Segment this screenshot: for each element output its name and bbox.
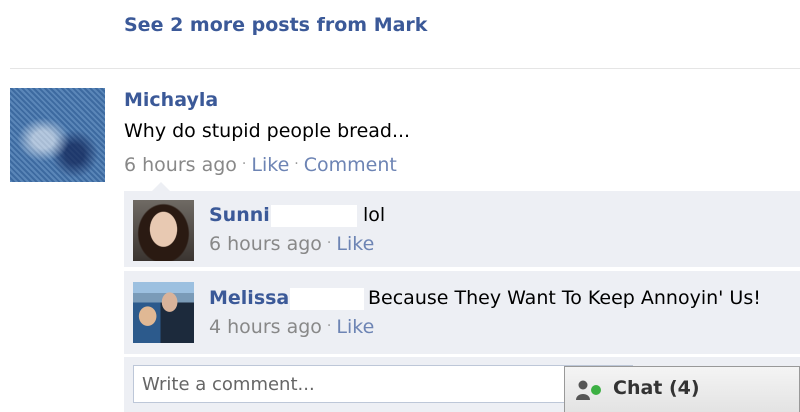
post-author-avatar[interactable] <box>10 88 105 182</box>
redacted-surname <box>290 288 364 310</box>
comment-meta: 6 hours ago · Like <box>209 233 374 255</box>
comment-item <box>124 191 800 267</box>
post-author-name[interactable]: Michayla <box>124 89 218 111</box>
post-like-link[interactable]: Like <box>251 154 289 176</box>
comment-text: lol <box>363 204 386 226</box>
separator-dot: · <box>294 156 299 172</box>
write-comment-input[interactable] <box>133 365 633 403</box>
post-text: Why do stupid people bread... <box>124 120 411 142</box>
comment-meta: 4 hours ago · Like <box>209 316 374 338</box>
comment-author-avatar[interactable] <box>133 282 194 343</box>
post-timestamp: 6 hours ago <box>124 154 237 176</box>
separator-dot: · <box>326 318 332 334</box>
feed-divider <box>10 68 800 69</box>
comments-notch <box>152 182 170 191</box>
see-more-posts-link[interactable]: See 2 more posts from Mark <box>124 14 427 36</box>
comment-text: Because They Want To Keep Annoyin' Us! <box>368 287 761 309</box>
chat-count: (4) <box>669 377 700 399</box>
separator-dot: · <box>326 235 332 251</box>
chat-tab[interactable]: Chat (4) <box>564 366 800 412</box>
chat-user-online-icon <box>576 380 601 400</box>
comment-timestamp: 6 hours ago <box>209 233 322 255</box>
post-meta: 6 hours ago · Like · Comment <box>124 154 397 176</box>
comment-author-avatar[interactable] <box>133 200 194 261</box>
post-comment-link[interactable]: Comment <box>304 154 397 176</box>
comment-author-name[interactable]: Melissa <box>209 287 289 309</box>
comment-like-link[interactable]: Like <box>336 233 374 255</box>
comment-like-link[interactable]: Like <box>336 316 374 338</box>
comment-item <box>124 271 800 354</box>
chat-label: Chat (4) <box>613 377 700 399</box>
redacted-surname <box>271 205 357 227</box>
comment-timestamp: 4 hours ago <box>209 316 322 338</box>
chat-label-text: Chat <box>613 377 663 399</box>
comment-author-name[interactable]: Sunni <box>209 204 270 226</box>
separator-dot: · <box>241 156 247 172</box>
